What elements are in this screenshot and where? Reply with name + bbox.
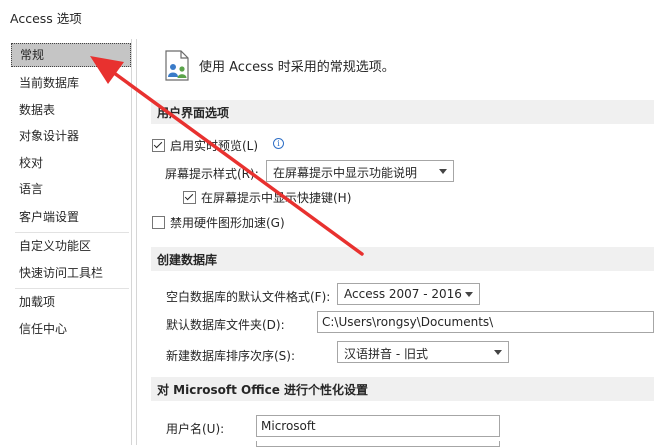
general-options-panel: 使用 Access 时采用的常规选项。 用户界面选项 启用实时预览(L) i 屏… (137, 39, 654, 447)
sidebar-item-add-ins[interactable]: 加载项 (11, 290, 131, 314)
section-title: 创建数据库 (157, 253, 218, 267)
default-file-format-label: 空白数据库的默认文件格式(F): (166, 290, 331, 304)
sidebar-item-datasheet[interactable]: 数据表 (11, 98, 131, 122)
sidebar-item-client-settings[interactable]: 客户端设置 (11, 205, 131, 229)
section-title: 对 Microsoft Office 进行个性化设置 (157, 383, 369, 397)
dropdown-value: 汉语拼音 - 旧式 (344, 347, 428, 361)
chevron-down-icon (439, 169, 447, 174)
chevron-down-icon (465, 292, 473, 297)
section-header-personalize: 对 Microsoft Office 进行个性化设置 (151, 377, 654, 401)
sidebar-divider (15, 232, 129, 233)
sort-order-label: 新建数据库排序次序(S): (166, 349, 296, 363)
live-preview-checkbox[interactable] (152, 139, 165, 152)
input-value: C:\Users\rongsy\Documents\ (322, 315, 494, 329)
initials-input[interactable] (256, 441, 500, 447)
general-options-icon (165, 50, 189, 81)
input-value: Microsoft (261, 419, 316, 433)
sidebar-item-proofing[interactable]: 校对 (11, 151, 131, 175)
default-file-format-dropdown[interactable]: Access 2007 - 2016 (337, 283, 480, 305)
sidebar: 常规 当前数据库 数据表 对象设计器 校对 语言 客户端设置 自定义功能区 快速… (11, 39, 132, 445)
sidebar-item-quick-access-toolbar[interactable]: 快速访问工具栏 (11, 261, 131, 285)
chevron-down-icon (494, 350, 502, 355)
section-title: 用户界面选项 (157, 106, 230, 120)
username-label: 用户名(U): (166, 422, 225, 436)
sidebar-item-customize-ribbon[interactable]: 自定义功能区 (11, 234, 131, 258)
section-header-ui-options: 用户界面选项 (151, 100, 654, 124)
default-folder-label: 默认数据库文件夹(D): (166, 318, 285, 332)
sidebar-item-language[interactable]: 语言 (11, 177, 131, 201)
tooltip-style-label: 屏幕提示样式(R): (165, 167, 259, 181)
title-bar: Access 选项 (0, 0, 654, 32)
sidebar-item-object-designers[interactable]: 对象设计器 (11, 124, 131, 148)
live-preview-label: 启用实时预览(L) (170, 139, 259, 153)
show-shortcut-keys-label: 在屏幕提示中显示快捷键(H) (201, 191, 352, 205)
show-shortcut-keys-checkbox[interactable] (183, 191, 196, 204)
tooltip-style-dropdown[interactable]: 在屏幕提示中显示功能说明 (266, 160, 454, 182)
disable-hw-acceleration-label: 禁用硬件图形加速(G) (170, 216, 285, 230)
sidebar-item-trust-center[interactable]: 信任中心 (11, 317, 131, 341)
section-header-create-database: 创建数据库 (151, 247, 654, 271)
info-icon[interactable]: i (273, 138, 284, 149)
sidebar-divider (15, 288, 129, 289)
panel-description: 使用 Access 时采用的常规选项。 (199, 60, 395, 75)
disable-hw-acceleration-checkbox[interactable] (152, 216, 165, 229)
dropdown-value: 在屏幕提示中显示功能说明 (273, 166, 418, 180)
username-input[interactable]: Microsoft (256, 415, 500, 437)
sidebar-item-general[interactable]: 常规 (11, 43, 131, 67)
sidebar-item-current-database[interactable]: 当前数据库 (11, 71, 131, 95)
dropdown-value: Access 2007 - 2016 (344, 287, 462, 301)
window-title: Access 选项 (10, 11, 82, 26)
sort-order-dropdown[interactable]: 汉语拼音 - 旧式 (337, 341, 509, 363)
default-folder-input[interactable]: C:\Users\rongsy\Documents\ (317, 311, 654, 333)
